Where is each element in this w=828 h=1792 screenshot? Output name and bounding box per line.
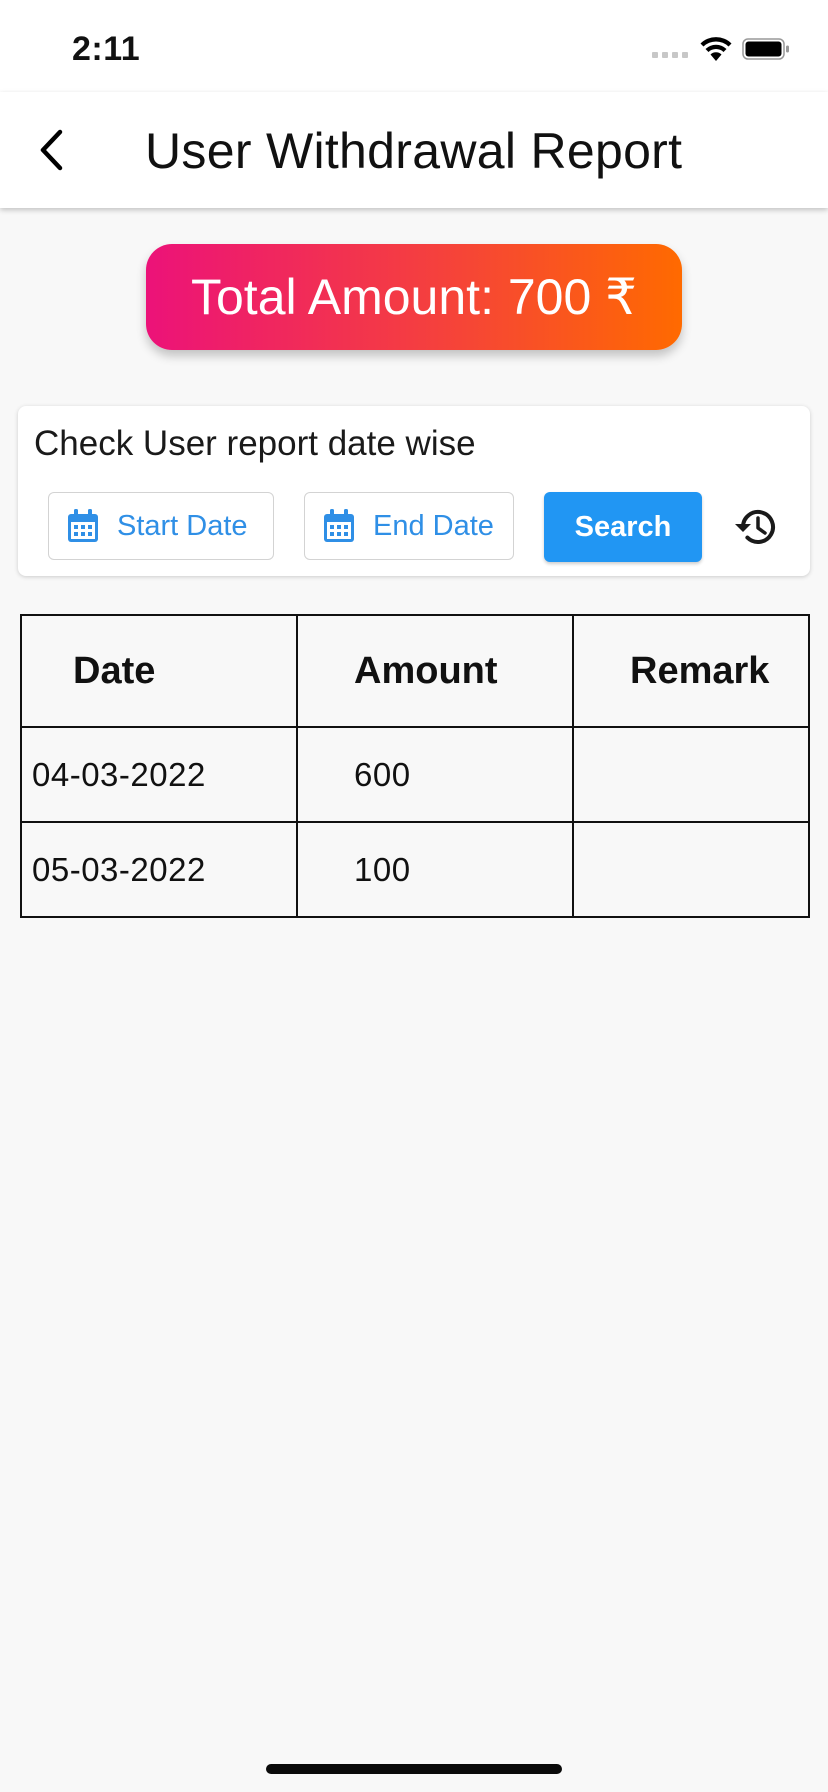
column-header-remark: Remark (572, 614, 810, 728)
cell-date: 04-03-2022 (20, 726, 298, 823)
search-button[interactable]: Search (544, 492, 702, 562)
cell-amount: 100 (296, 821, 574, 918)
cell-remark (572, 726, 810, 823)
battery-icon (742, 38, 789, 60)
cell-amount: 600 (296, 726, 574, 823)
page-title: User Withdrawal Report (145, 123, 683, 179)
start-date-label: Start Date (117, 509, 248, 542)
wifi-icon (700, 37, 732, 61)
status-time: 2:11 (72, 30, 141, 68)
date-filter-card: Check User report date wise Start Date E… (18, 406, 810, 576)
screen: 2:11 User Withdrawal Report Total Amount… (0, 0, 828, 1792)
column-header-amount: Amount (296, 614, 574, 728)
app-bar: User Withdrawal Report (0, 92, 828, 208)
end-date-button[interactable]: End Date (304, 492, 514, 560)
cell-remark (572, 821, 810, 918)
table-row: 05-03-2022 100 (20, 821, 810, 918)
table-row: 04-03-2022 600 (20, 726, 810, 823)
history-icon (735, 510, 775, 544)
calendar-icon (323, 509, 355, 543)
start-date-button[interactable]: Start Date (48, 492, 274, 560)
home-indicator[interactable] (266, 1764, 562, 1774)
status-bar: 2:11 (0, 0, 828, 92)
history-button[interactable] (730, 502, 780, 552)
end-date-label: End Date (373, 509, 494, 542)
table-header-row: Date Amount Remark (20, 614, 810, 728)
column-header-date: Date (20, 614, 298, 728)
total-amount-badge: Total Amount: 700 ₹ (146, 244, 682, 350)
chevron-left-icon (40, 129, 63, 171)
filter-caption: Check User report date wise (34, 424, 476, 463)
calendar-icon (67, 509, 99, 543)
cellular-signal-icon (652, 52, 688, 58)
back-button[interactable] (22, 120, 82, 180)
withdrawal-table: Date Amount Remark 04-03-2022 600 05-03-… (20, 614, 810, 918)
cell-date: 05-03-2022 (20, 821, 298, 918)
